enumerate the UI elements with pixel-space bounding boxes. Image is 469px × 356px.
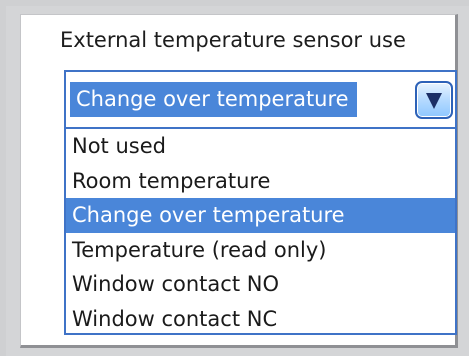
- option-change-over-temperature[interactable]: Change over temperature: [66, 198, 455, 233]
- option-room-temperature[interactable]: Room temperature: [66, 164, 455, 199]
- selected-value[interactable]: Change over temperature: [70, 82, 357, 117]
- option-window-contact-nc[interactable]: Window contact NC: [66, 302, 455, 337]
- sensor-use-combobox[interactable]: Change over temperature Not used Room te…: [64, 70, 457, 335]
- triangle-down-icon: [426, 93, 442, 109]
- option-not-used[interactable]: Not used: [66, 129, 455, 164]
- field-title: External temperature sensor use: [60, 28, 406, 52]
- options-list: Not used Room temperature Change over te…: [66, 129, 455, 336]
- dropdown-button[interactable]: [415, 81, 453, 119]
- option-temperature-read-only[interactable]: Temperature (read only): [66, 233, 455, 268]
- option-window-contact-no[interactable]: Window contact NO: [66, 267, 455, 302]
